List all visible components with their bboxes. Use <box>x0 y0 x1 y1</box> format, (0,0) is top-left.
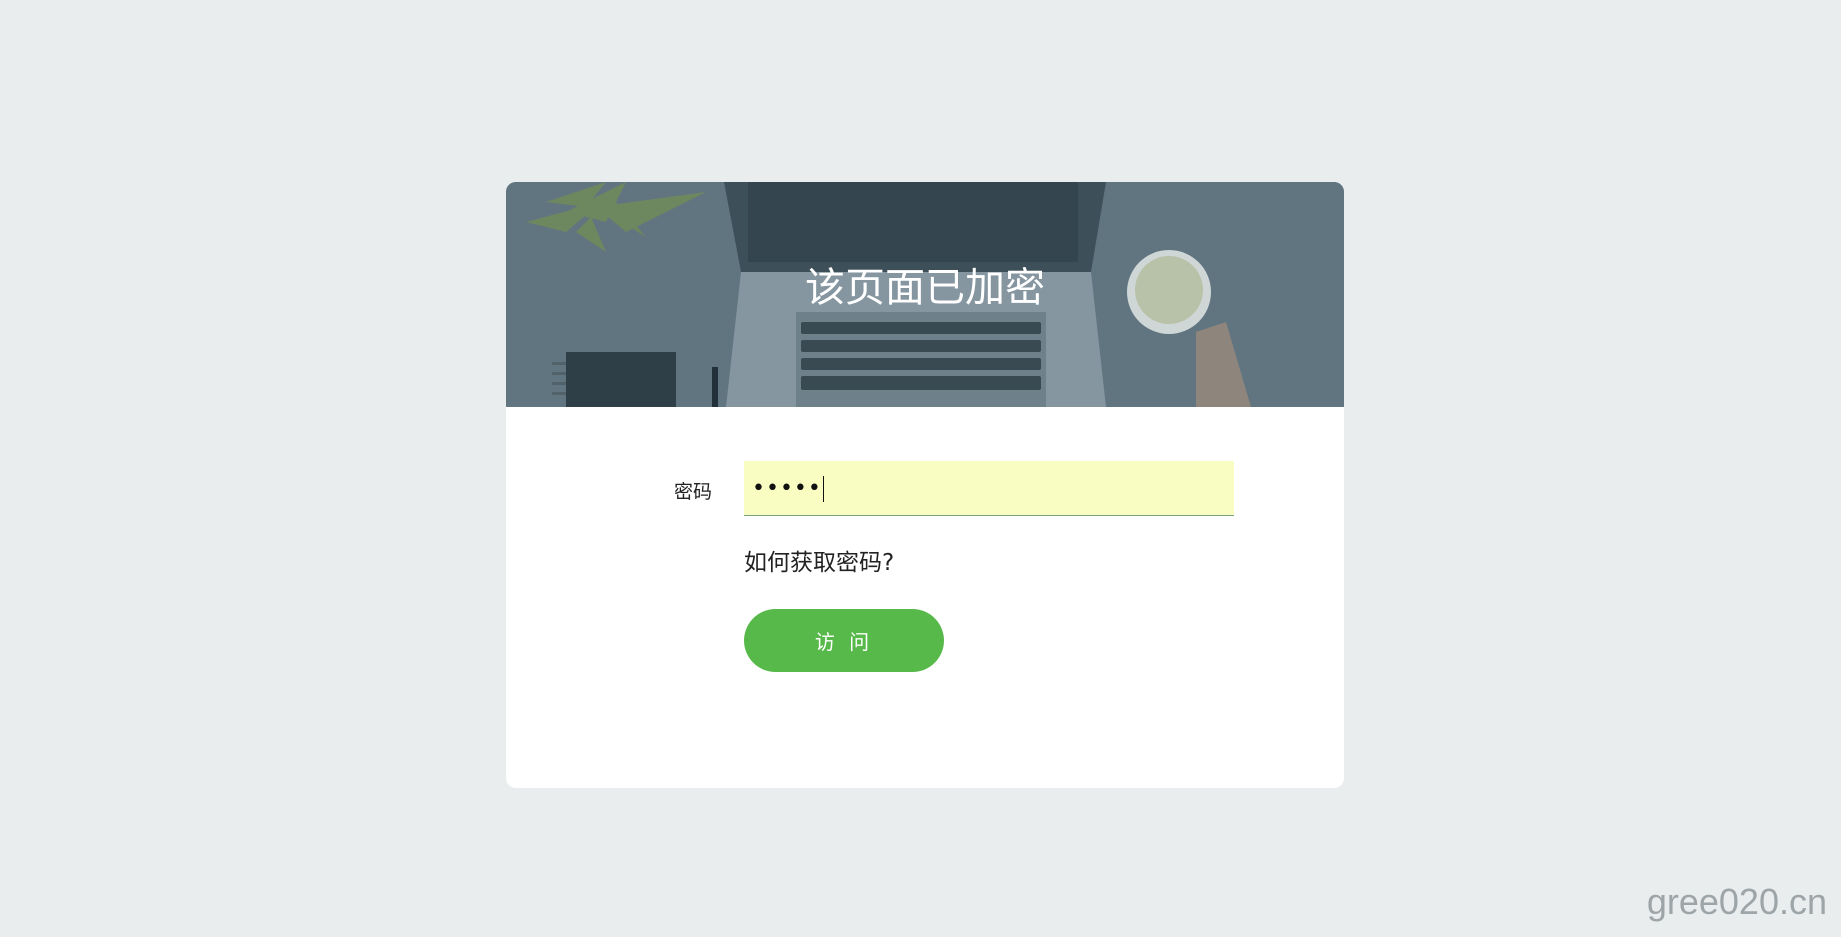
password-value: ••••• <box>752 476 824 502</box>
visit-button[interactable]: 访 问 <box>744 609 944 672</box>
password-label: 密码 <box>674 481 713 503</box>
banner: 该页面已加密 <box>506 182 1344 407</box>
watermark: gree020.cn <box>1646 881 1827 922</box>
password-input[interactable]: ••••• <box>744 461 1234 516</box>
how-to-get-password-link[interactable]: 如何获取密码? <box>744 543 894 577</box>
text-caret <box>822 476 824 502</box>
page: 该页面已加密 密码 ••••• 如何获取密码? 访 问 gree020.cn <box>0 0 1841 937</box>
page-title: 该页面已加密 <box>805 265 1045 311</box>
